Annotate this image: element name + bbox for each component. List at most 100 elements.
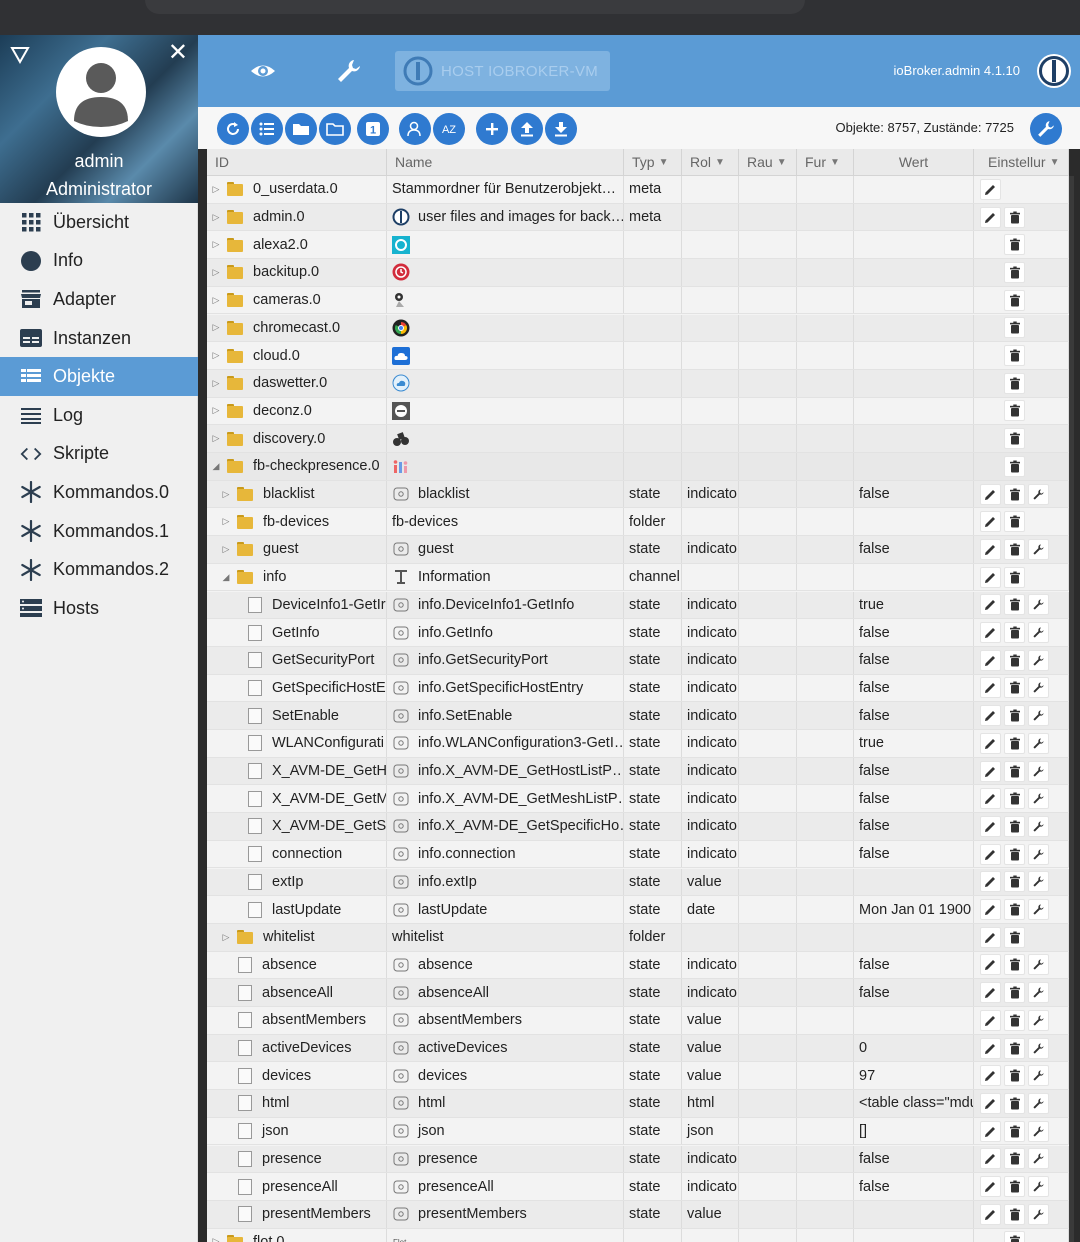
scrollbar[interactable] [1069, 176, 1074, 1242]
table-row[interactable]: ▷ 0_userdata.0 Stammordner für Benutzerobj… [207, 176, 1069, 204]
expand-arrow-icon[interactable]: ▷ [211, 267, 221, 278]
sidebar-item-instanzen[interactable]: Instanzen [0, 319, 198, 358]
expanded-arrow-icon[interactable]: ◢ [211, 461, 221, 472]
custom-settings-button[interactable] [1028, 1148, 1049, 1170]
edit-button[interactable] [980, 732, 1001, 754]
column-header-function[interactable]: Fur ▼ [797, 149, 854, 176]
object-value[interactable]: false [859, 652, 890, 668]
sidebar-item-objekte[interactable]: Objekte [0, 357, 198, 396]
expand-arrow-icon[interactable]: ▷ [221, 932, 231, 943]
custom-settings-button[interactable] [1028, 1009, 1049, 1031]
custom-settings-button[interactable] [1028, 1203, 1049, 1225]
wrench-icon[interactable] [335, 57, 363, 85]
edit-button[interactable] [980, 622, 1001, 644]
table-row[interactable]: GetSpecificHostE info.GetSpecificHostEntr… [207, 674, 1069, 703]
delete-button[interactable] [1004, 261, 1025, 283]
column-header-room[interactable]: Rau ▼ [739, 149, 797, 176]
table-row[interactable]: presenceAll presenceAll state indicato false [207, 1173, 1069, 1201]
object-value[interactable]: true [859, 735, 884, 751]
table-row[interactable]: ▷ fb-devices fb-devices folder [207, 508, 1069, 537]
expand-arrow-icon[interactable]: ▷ [211, 295, 221, 306]
expand-arrow-icon[interactable]: ▷ [221, 516, 231, 527]
custom-settings-button[interactable] [1028, 899, 1049, 921]
edit-button[interactable] [980, 566, 1001, 588]
expand-arrow-icon[interactable]: ▷ [211, 1236, 221, 1242]
sidebar-item-adapter[interactable]: Adapter [0, 280, 198, 319]
custom-settings-button[interactable] [1028, 732, 1049, 754]
sidebar-item-log[interactable]: Log [0, 396, 198, 435]
expand-arrow-icon[interactable]: ▷ [221, 544, 231, 555]
edit-button[interactable] [980, 594, 1001, 616]
table-row[interactable]: connection info.connection state indicato fa… [207, 840, 1069, 869]
column-header-value[interactable]: Wert [854, 149, 974, 176]
expand-arrow-icon[interactable]: ▷ [211, 405, 221, 416]
object-value[interactable]: false [859, 763, 890, 779]
collapse-folders-button[interactable] [285, 113, 317, 145]
custom-settings-button[interactable] [1028, 815, 1049, 837]
delete-button[interactable] [1004, 1176, 1025, 1198]
table-row[interactable]: devices devices state value 97 [207, 1062, 1069, 1091]
delete-button[interactable] [1004, 1148, 1025, 1170]
edit-button[interactable] [980, 206, 1001, 228]
object-value[interactable]: false [859, 791, 890, 807]
table-row[interactable]: ▷ daswetter.0 [207, 369, 1069, 398]
table-row[interactable]: ▷ backitup.0 [207, 259, 1069, 287]
custom-settings-button[interactable] [1028, 594, 1049, 616]
object-value[interactable]: false [859, 1151, 890, 1167]
object-value[interactable]: false [859, 957, 890, 973]
table-row[interactable]: X_AVM-DE_GetMe info.X_AVM-DE_GetMeshListP… [207, 785, 1069, 814]
edit-button[interactable] [980, 538, 1001, 560]
delete-button[interactable] [1004, 400, 1025, 422]
table-row[interactable]: GetSecurityPort info.GetSecurityPort state… [207, 646, 1069, 675]
delete-button[interactable] [1004, 1037, 1025, 1059]
table-row[interactable]: ▷ cameras.0 [207, 286, 1069, 315]
table-row[interactable]: ▷ admin.0 user files and images for back… m… [207, 203, 1069, 232]
expand-arrow-icon[interactable]: ▷ [211, 239, 221, 250]
delete-button[interactable] [1004, 1231, 1025, 1242]
custom-settings-button[interactable] [1028, 483, 1049, 505]
table-row[interactable]: ▷ chromecast.0 [207, 314, 1069, 343]
delete-button[interactable] [1004, 372, 1025, 394]
delete-button[interactable] [1004, 788, 1025, 810]
delete-button[interactable] [1004, 871, 1025, 893]
table-row[interactable]: absentMembers absentMembers state value [207, 1007, 1069, 1035]
object-value[interactable]: 0 [859, 1040, 867, 1056]
custom-settings-button[interactable] [1028, 843, 1049, 865]
delete-button[interactable] [1004, 1065, 1025, 1087]
expand-arrow-icon[interactable]: ▷ [221, 489, 231, 500]
edit-mode-button[interactable] [399, 113, 431, 145]
close-sidebar-icon[interactable]: ✕ [168, 41, 188, 65]
table-row[interactable]: ◢ info Information channel [207, 563, 1069, 592]
object-value[interactable]: false [859, 708, 890, 724]
expand-folders-button[interactable] [319, 113, 351, 145]
table-row[interactable]: ◢ fb-checkpresence.0 [207, 453, 1069, 481]
delete-button[interactable] [1004, 345, 1025, 367]
delete-button[interactable] [1004, 511, 1025, 533]
list-view-button[interactable] [251, 113, 283, 145]
table-row[interactable]: GetInfo info.GetInfo state indicato false [207, 619, 1069, 647]
table-row[interactable]: activeDevices activeDevices state value 0 [207, 1034, 1069, 1063]
refresh-button[interactable] [217, 113, 249, 145]
table-row[interactable]: X_AVM-DE_GetHo info.X_AVM-DE_GetHostListP… [207, 757, 1069, 786]
object-value[interactable]: Mon Jan 01 1900 [859, 902, 971, 918]
column-header-settings[interactable]: Einstellur ▼ [974, 149, 1069, 176]
edit-button[interactable] [980, 1148, 1001, 1170]
table-row[interactable]: html html state html <table class="mdu [207, 1090, 1069, 1118]
edit-button[interactable] [980, 788, 1001, 810]
sidebar-item-info[interactable]: Info [0, 242, 198, 281]
delete-button[interactable] [1004, 428, 1025, 450]
object-value[interactable]: false [859, 486, 890, 502]
custom-settings-button[interactable] [1028, 1176, 1049, 1198]
delete-button[interactable] [1004, 815, 1025, 837]
delete-button[interactable] [1004, 732, 1025, 754]
level-one-button[interactable]: 1 [357, 113, 389, 145]
delete-button[interactable] [1004, 483, 1025, 505]
delete-button[interactable] [1004, 677, 1025, 699]
column-header-role[interactable]: Rol ▼ [682, 149, 739, 176]
column-header-type[interactable]: Typ ▼ [624, 149, 682, 176]
table-row[interactable]: ▷ cloud.0 [207, 342, 1069, 370]
table-row[interactable]: ▷ discovery.0 [207, 425, 1069, 453]
delete-button[interactable] [1004, 622, 1025, 644]
object-value[interactable]: <table class="mdu [859, 1095, 973, 1111]
object-value[interactable]: false [859, 625, 890, 641]
